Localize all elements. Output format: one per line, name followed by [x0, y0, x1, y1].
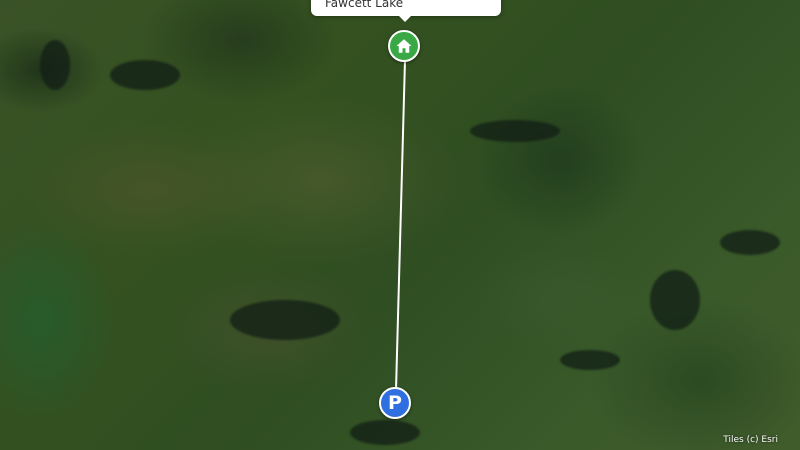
- home-marker[interactable]: [388, 30, 420, 62]
- map-attribution: Tiles (c) Esri: [723, 435, 778, 445]
- parking-marker[interactable]: P: [379, 387, 411, 419]
- parking-icon: P: [388, 392, 402, 414]
- popup-tip: [398, 15, 412, 22]
- satellite-map[interactable]: Fawcett Lake P Tiles (c) Esri: [0, 0, 800, 450]
- location-popup: Fawcett Lake: [311, 0, 501, 16]
- route-line: [395, 59, 406, 391]
- home-icon: [396, 39, 412, 53]
- popup-label: Fawcett Lake: [325, 0, 404, 10]
